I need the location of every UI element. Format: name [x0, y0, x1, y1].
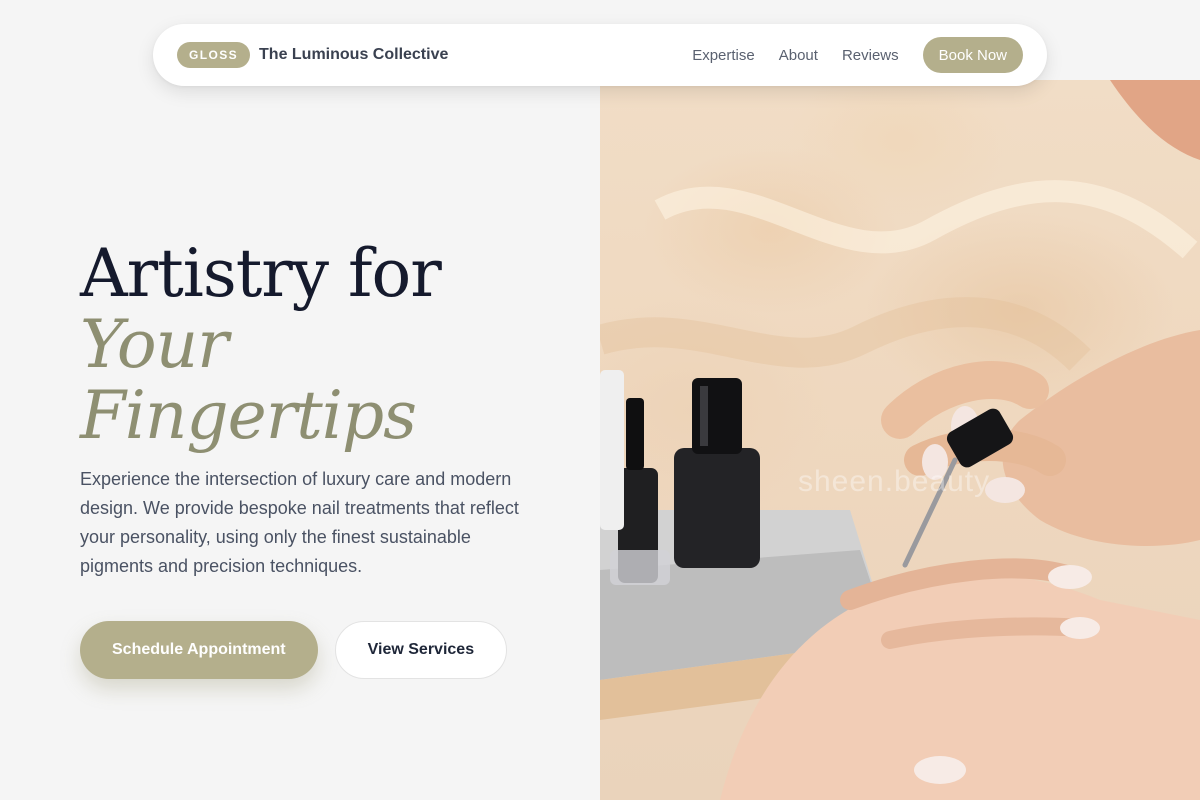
top-nav: GLOSS The Luminous Collective Expertise …: [153, 24, 1047, 86]
hero-title-accent-fingertips: Fingertips: [80, 377, 417, 454]
brand[interactable]: GLOSS The Luminous Collective: [177, 42, 448, 68]
manicure-illustration: [600, 80, 1200, 800]
hero-title: Artistry for Your Fingertips: [80, 238, 550, 451]
technician-face: [1110, 80, 1200, 160]
image-watermark: sheen.beauty: [798, 465, 991, 498]
brand-badge: GLOSS: [177, 42, 251, 68]
nav-links: Expertise About Reviews Book Now: [692, 37, 1023, 73]
hero-actions: Schedule Appointment View Services: [80, 621, 550, 679]
nail: [1048, 565, 1092, 589]
book-now-button[interactable]: Book Now: [922, 37, 1023, 73]
view-services-button[interactable]: View Services: [334, 621, 508, 679]
nav-link-about[interactable]: About: [779, 47, 818, 64]
polish-bottle-large: [674, 378, 760, 568]
hero-description: Experience the intersection of luxury ca…: [80, 469, 519, 576]
nav-link-expertise[interactable]: Expertise: [692, 47, 755, 64]
polish-bottle-back: [600, 370, 624, 530]
hero-image-manicure: sheen.beauty: [600, 80, 1200, 800]
landing-page: sheen.beauty GLOSS The Luminous Collecti…: [0, 0, 1200, 800]
nav-link-reviews[interactable]: Reviews: [842, 47, 899, 64]
schedule-appointment-button[interactable]: Schedule Appointment: [80, 621, 318, 679]
hero-title-accent-your: Your: [80, 306, 229, 383]
hero-title-line: Artistry for: [80, 235, 442, 312]
brand-name: The Luminous Collective: [259, 46, 449, 63]
hero-content: Artistry for Your Fingertips Experience …: [80, 238, 550, 679]
